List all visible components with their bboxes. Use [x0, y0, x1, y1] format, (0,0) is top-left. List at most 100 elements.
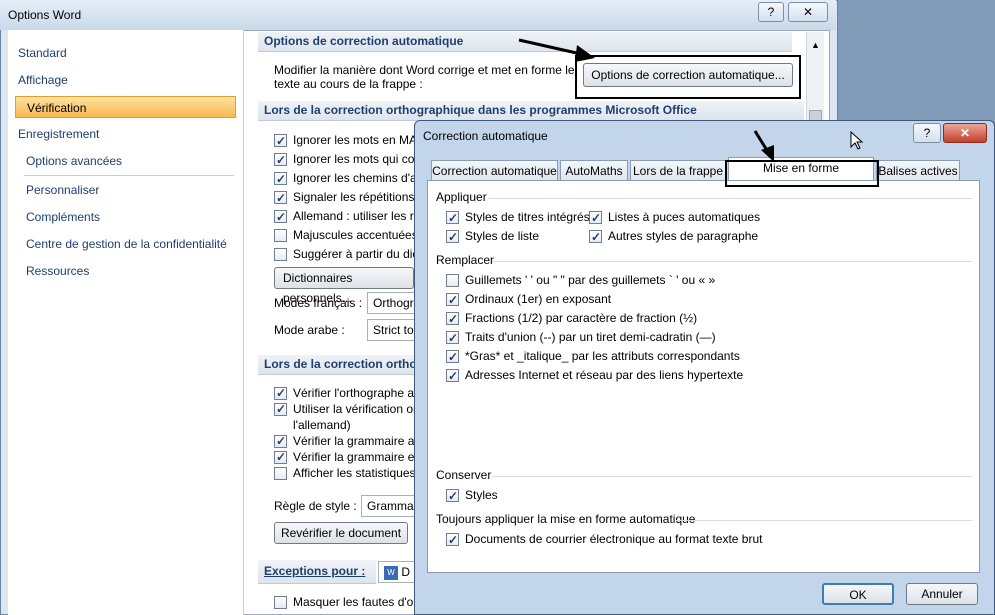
replace-option[interactable]: Guillemets ' ' ou " " par des guillemets… — [446, 271, 743, 290]
tab-correction-automatique[interactable]: Correction automatique — [431, 160, 558, 181]
replace-option[interactable]: Fractions (1/2) par caractère de fractio… — [446, 309, 743, 329]
checkbox[interactable] — [446, 487, 459, 505]
ok-button[interactable]: OK — [822, 583, 894, 605]
nav-affichage[interactable]: Affichage — [18, 69, 238, 91]
option-label: Vérifier la grammaire au — [293, 434, 422, 448]
spelling-word-option[interactable]: Afficher les statistiques — [274, 465, 424, 481]
checkbox[interactable] — [446, 531, 459, 549]
spelling-word-option[interactable]: Vérifier la grammaire et — [274, 449, 424, 465]
option-label: Ignorer les mots qui co — [293, 152, 415, 166]
spelling-office-option[interactable]: Ignorer les mots en MA — [274, 131, 424, 151]
spelling-word-option[interactable]: Vérifier l'orthographe a — [274, 385, 424, 401]
checkbox[interactable] — [446, 209, 459, 227]
autocorrect-options-button[interactable]: Options de correction automatique... — [583, 63, 793, 87]
checkbox[interactable] — [274, 189, 287, 208]
checkbox[interactable] — [446, 367, 459, 386]
exceptions-select-value: D — [401, 565, 411, 579]
checkbox[interactable] — [446, 310, 459, 329]
option-label: Documents de courrier électronique au fo… — [465, 532, 763, 546]
option-label: Afficher les statistiques — [293, 466, 416, 480]
replace-option[interactable]: Adresses Internet et réseau par des lien… — [446, 366, 743, 386]
checkbox[interactable] — [446, 348, 459, 367]
spelling-office-option[interactable]: Signaler les répétitions — [274, 188, 424, 208]
dialog-help-button[interactable]: ? — [913, 123, 941, 143]
replace-option[interactable]: Ordinaux (1er) en exposant — [446, 290, 743, 310]
checkbox[interactable] — [274, 151, 287, 170]
checkbox[interactable] — [446, 228, 459, 246]
nav-confidentialite[interactable]: Centre de gestion de la confidentialité — [26, 233, 246, 255]
spelling-word-option[interactable]: l'allemand) — [274, 417, 424, 433]
preserve-option[interactable]: Styles — [446, 486, 498, 505]
custom-dictionaries-button[interactable]: Dictionnaires personnels... — [274, 267, 414, 305]
option-label: Styles de liste — [465, 229, 540, 243]
help-button[interactable]: ? — [758, 2, 784, 22]
checkbox[interactable] — [274, 208, 287, 227]
checkbox[interactable] — [274, 170, 287, 189]
option-label: Allemand : utiliser les r — [293, 209, 414, 223]
apply-option[interactable]: Styles de titres intégrés — [446, 208, 590, 227]
checkbox[interactable] — [446, 329, 459, 348]
nav-complements[interactable]: Compléments — [26, 206, 246, 228]
replace-option[interactable]: *Gras* et _italique_ par les attributs c… — [446, 347, 743, 367]
cancel-button[interactable]: Annuler — [906, 583, 978, 605]
dialog-close-button[interactable]: ✕ — [943, 123, 987, 143]
apply-option[interactable]: Styles de liste — [446, 227, 540, 246]
hide-errors-option[interactable]: Masquer les fautes d'or — [274, 593, 417, 611]
spelling-office-option[interactable]: Suggérer à partir du dic — [274, 245, 424, 264]
apply-option[interactable]: Autres styles de paragraphe — [589, 227, 758, 246]
tab-automaths[interactable]: AutoMaths — [560, 160, 628, 181]
checkbox[interactable] — [589, 209, 602, 227]
checkbox[interactable] — [274, 433, 287, 449]
tab-annotation-box — [725, 160, 879, 187]
option-label: *Gras* et _italique_ par les attributs c… — [465, 349, 740, 363]
option-label: Suggérer à partir du dic — [293, 247, 419, 261]
apply-option[interactable]: Listes à puces automatiques — [589, 208, 760, 227]
nav-ressources[interactable]: Ressources — [26, 260, 246, 282]
checkbox[interactable] — [274, 229, 287, 243]
option-label: Majuscules accentuées — [293, 228, 418, 242]
nav-enregistrement[interactable]: Enregistrement — [18, 123, 238, 145]
checkbox[interactable] — [446, 291, 459, 310]
always-group-title: Toujours appliquer la mise en forme auto… — [436, 512, 696, 526]
spelling-office-option[interactable]: Ignorer les chemins d'a — [274, 169, 424, 189]
tab-lors-de-la-frappe[interactable]: Lors de la frappe — [630, 160, 726, 181]
scroll-up-icon[interactable]: ▲ — [811, 40, 820, 50]
preserve-group-title: Conserver — [436, 468, 492, 482]
replace-group-line — [492, 261, 972, 262]
spelling-office-option[interactable]: Allemand : utiliser les r — [274, 207, 424, 227]
checkbox[interactable] — [274, 467, 287, 481]
style-rule-label: Règle de style : — [274, 499, 357, 513]
spelling-word-option[interactable]: Vérifier la grammaire au — [274, 433, 424, 449]
replace-option[interactable]: Traits d'union (--) par un tiret demi-ca… — [446, 328, 743, 348]
checkbox[interactable] — [589, 228, 602, 246]
always-option[interactable]: Documents de courrier électronique au fo… — [446, 530, 763, 549]
arrow-annotation-2 — [753, 130, 774, 162]
option-label: Ordinaux (1er) en exposant — [465, 292, 612, 306]
spelling-word-option[interactable]: Utiliser la vérification or — [274, 401, 424, 417]
mode-ar-label: Mode arabe : — [274, 323, 345, 337]
section-spelling-office-title: Lors de la correction orthographique dan… — [258, 101, 804, 121]
modes-fr-label: Modes français : — [274, 296, 363, 310]
nav-verification[interactable]: Vérification — [15, 96, 236, 118]
nav-standard[interactable]: Standard — [18, 42, 238, 64]
mouse-cursor-icon — [850, 131, 864, 150]
hide-errors-text: Masquer les fautes d'or — [293, 595, 418, 609]
option-label: Vérifier l'orthographe a — [293, 386, 415, 400]
checkbox[interactable] — [446, 274, 459, 288]
nav-options-avancees[interactable]: Options avancées — [26, 150, 246, 172]
recheck-document-button[interactable]: Revérifier le document — [274, 522, 408, 544]
option-label: Traits d'union (--) par un tiret demi-ca… — [465, 330, 716, 344]
nav-personnaliser[interactable]: Personnaliser — [26, 179, 246, 201]
spelling-office-option[interactable]: Majuscules accentuées — [274, 226, 424, 245]
hide-errors-checkbox[interactable] — [274, 596, 287, 610]
checkbox[interactable] — [274, 248, 287, 262]
checkbox[interactable] — [274, 132, 287, 151]
checkbox[interactable] — [274, 401, 287, 417]
exceptions-label: Exceptions pour : — [258, 560, 376, 584]
spelling-office-option[interactable]: Ignorer les mots qui co — [274, 150, 424, 170]
always-group-line — [676, 520, 972, 521]
tab-balises-actives[interactable]: Balises actives — [876, 160, 960, 181]
close-button[interactable]: ✕ — [788, 2, 828, 22]
checkbox[interactable] — [274, 449, 287, 465]
checkbox[interactable] — [274, 385, 287, 401]
